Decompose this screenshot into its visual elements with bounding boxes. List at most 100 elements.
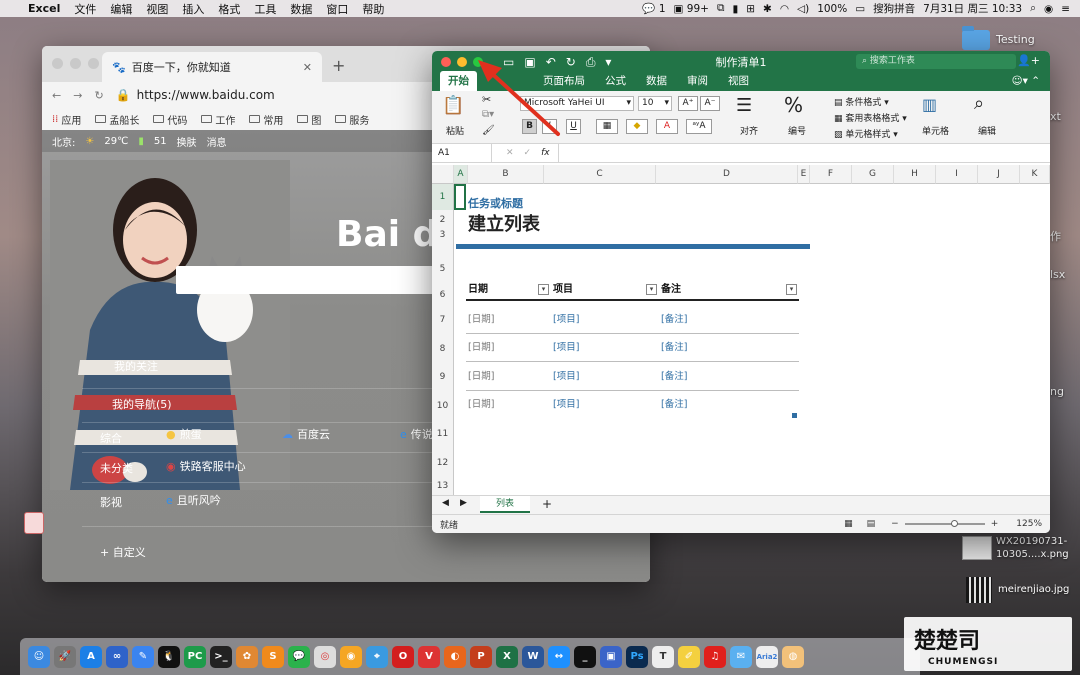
row-header-8[interactable]: 8 xyxy=(432,335,454,363)
col-header-j[interactable]: J xyxy=(978,165,1020,184)
customize-qat-icon[interactable]: ▾ xyxy=(605,55,611,70)
excel-close-button[interactable] xyxy=(441,57,451,67)
wechat-icon[interactable]: 💬 1 xyxy=(642,2,665,15)
fill-color-button[interactable]: ◆ xyxy=(626,119,648,134)
battery-icon[interactable]: ▭ xyxy=(855,3,865,15)
teamviewer-icon[interactable]: ↔ xyxy=(548,645,570,668)
list-icon[interactable]: ≡ xyxy=(1061,3,1070,15)
cells-icon[interactable]: ▥ xyxy=(922,95,937,114)
bookmark-service[interactable]: 服务 xyxy=(335,112,369,127)
qr-file-icon[interactable] xyxy=(966,577,992,603)
table-cell-note[interactable]: [备注] xyxy=(659,363,799,391)
browser-tab[interactable]: 🐾 百度一下，你就知道 ✕ xyxy=(102,52,322,82)
col-header-g[interactable]: G xyxy=(852,165,894,184)
nav-link-chuanshuo[interactable]: e 传说 xyxy=(400,426,433,442)
notes-yellow-icon[interactable]: ✐ xyxy=(678,645,700,668)
appstore-icon[interactable]: A xyxy=(80,645,102,668)
col-header-c[interactable]: C xyxy=(544,165,656,184)
col-header-k[interactable]: K xyxy=(1020,165,1050,184)
powerpoint-icon[interactable]: P xyxy=(470,645,492,668)
col-header-f[interactable]: F xyxy=(810,165,852,184)
menubar-app-name[interactable]: Excel xyxy=(28,2,60,15)
bookmark-work[interactable]: 工作 xyxy=(201,112,235,127)
table-header-note[interactable]: 备注 ▾ xyxy=(659,281,799,301)
cell-style-button[interactable]: ▧ 单元格样式 ▾ xyxy=(834,127,898,140)
row-header-5[interactable]: 5 xyxy=(432,250,454,278)
sheet-search-input[interactable]: ⌕ 搜索工作表 xyxy=(856,54,1016,69)
zoom-in-button[interactable]: + xyxy=(991,519,999,529)
sheet-title[interactable]: 建立列表 xyxy=(468,210,540,236)
pycharm-icon[interactable]: PC xyxy=(184,645,206,668)
zoom-slider[interactable] xyxy=(904,520,985,527)
spreadsheet-grid[interactable]: A B C D E F G H I J K 1 2 3 5 6 7 8 9 10… xyxy=(432,165,1050,495)
menu-data[interactable]: 数据 xyxy=(290,1,312,17)
table-format-button[interactable]: ▦ 套用表格格式 ▾ xyxy=(834,111,907,124)
table-cell-item[interactable]: [项目] xyxy=(551,306,659,334)
filter-dropdown-icon[interactable]: ▾ xyxy=(538,284,549,295)
wechat-dock-icon[interactable]: 💬 xyxy=(288,645,310,668)
table-resize-handle[interactable] xyxy=(792,413,797,418)
border-button[interactable]: ▦ xyxy=(596,119,618,134)
change-skin-link[interactable]: 换肤 xyxy=(177,134,197,149)
share-icon[interactable]: 👤+ xyxy=(1017,54,1040,67)
selected-cell-a1[interactable] xyxy=(454,184,466,210)
tab-data[interactable]: 数据 xyxy=(638,71,675,91)
app-tray-icon[interactable]: ▮ xyxy=(732,3,738,15)
ime-icon[interactable]: ⊞ xyxy=(746,3,755,15)
terminal-icon[interactable]: _ xyxy=(574,645,596,668)
row-header-10[interactable]: 10 xyxy=(432,392,454,420)
row-header-3[interactable]: 3 xyxy=(432,230,454,240)
name-box[interactable]: A1 xyxy=(432,144,492,162)
zoom-level[interactable]: 125% xyxy=(1016,519,1042,529)
reload-icon[interactable]: ↻ xyxy=(94,89,103,102)
nav-my-nav[interactable]: 我的导航(5) xyxy=(112,396,172,412)
bluetooth-icon[interactable]: ✱ xyxy=(763,3,772,15)
notes-blue-icon[interactable]: ✎ xyxy=(132,645,154,668)
browser-close-button[interactable] xyxy=(52,58,63,69)
input-method[interactable]: 搜狗拼音 xyxy=(873,1,915,16)
row-header-9[interactable]: 9 xyxy=(432,363,454,392)
desktop-folder-testing[interactable] xyxy=(962,26,990,50)
mail-icon[interactable]: ✉ xyxy=(730,645,752,668)
menu-file[interactable]: 文件 xyxy=(74,1,96,17)
baidu-netdisk-icon[interactable]: ∞ xyxy=(106,645,128,668)
menu-insert[interactable]: 插入 xyxy=(182,1,204,17)
wifi-icon[interactable]: ◠ xyxy=(780,3,789,15)
row-header-4[interactable] xyxy=(432,240,454,250)
chrome-icon[interactable]: ◎ xyxy=(314,645,336,668)
message-link[interactable]: 消息 xyxy=(207,134,227,149)
phonetic-button[interactable]: ᵃʸA xyxy=(686,119,712,134)
row-header-1[interactable]: 1 xyxy=(432,184,454,210)
confirm-formula-icon[interactable]: ✓ xyxy=(524,148,532,158)
search-icon[interactable]: ⌕ xyxy=(1030,2,1036,15)
bookmark-common[interactable]: 常用 xyxy=(249,112,283,127)
next-sheet-icon[interactable]: ▶ xyxy=(460,498,467,508)
nav-customize[interactable]: + 自定义 xyxy=(100,544,146,560)
filter-dropdown-icon[interactable]: ▾ xyxy=(786,284,797,295)
row-header-7[interactable]: 7 xyxy=(432,306,454,335)
col-header-d[interactable]: D xyxy=(656,165,798,184)
new-tab-button[interactable]: + xyxy=(332,56,345,75)
col-header-e[interactable]: E xyxy=(798,165,810,184)
typora-icon[interactable]: T xyxy=(652,645,674,668)
normal-view-icon[interactable]: ▦ xyxy=(844,519,853,529)
increase-font-icon[interactable]: A⁺ xyxy=(678,96,698,111)
find-icon[interactable]: ⌕ xyxy=(974,93,984,114)
add-sheet-button[interactable]: + xyxy=(542,497,552,511)
font-color-button[interactable]: A xyxy=(656,119,678,134)
table-cell-note[interactable]: [备注] xyxy=(659,306,799,334)
siri-icon[interactable]: ◉ xyxy=(1044,3,1053,15)
nav-my-follow[interactable]: 我的关注 xyxy=(114,358,158,374)
row-header-6[interactable]: 6 xyxy=(432,278,454,306)
nav-link-qietingfengyin[interactable]: e 且听风吟 xyxy=(166,492,221,508)
sheet-subtitle[interactable]: 任务或标题 xyxy=(468,195,523,211)
firefox-icon[interactable]: ◐ xyxy=(444,645,466,668)
col-header-b[interactable]: B xyxy=(468,165,544,184)
font-size-select[interactable]: 10 ▾ xyxy=(638,96,672,111)
print-icon[interactable]: ⎙ xyxy=(586,55,596,70)
align-icon[interactable]: ☰ xyxy=(736,95,752,116)
netease-music-icon[interactable]: ♫ xyxy=(704,645,726,668)
prev-sheet-icon[interactable]: ◀ xyxy=(442,498,449,508)
zoom-out-button[interactable]: − xyxy=(891,519,899,529)
tab-formulas[interactable]: 公式 xyxy=(597,71,634,91)
